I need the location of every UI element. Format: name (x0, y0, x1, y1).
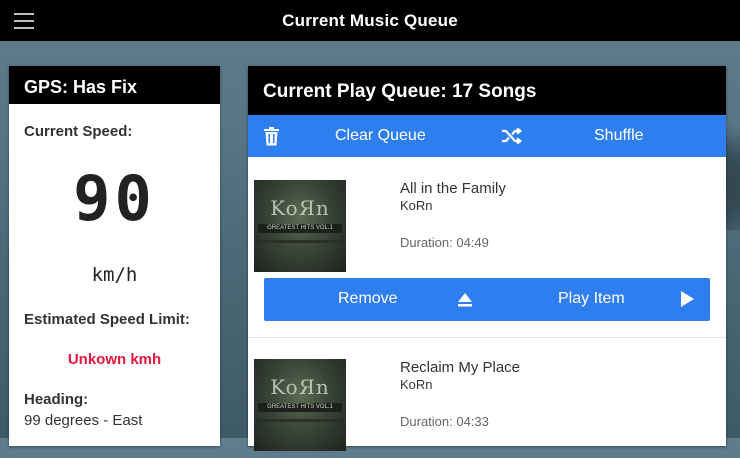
shuffle-icon[interactable] (501, 127, 523, 149)
song-title: Reclaim My Place (400, 359, 521, 376)
gps-status-header: GPS: Has Fix (9, 66, 220, 104)
song-artist: KoRn (400, 377, 433, 392)
gps-panel: GPS: Has Fix Current Speed: 90 km/h Esti… (9, 66, 220, 446)
play-item-button[interactable]: Play Item (558, 290, 625, 308)
item-action-bar: Remove Play Item (264, 278, 710, 321)
queue-toolbar: Clear Queue Shuffle (248, 115, 726, 157)
song-duration: Duration: 04:49 (400, 235, 489, 250)
song-duration: Duration: 04:33 (400, 414, 489, 429)
album-art: KoЯn GREATEST HITS VOL.1 (254, 180, 346, 272)
album-art: KoЯn GREATEST HITS VOL.1 (254, 359, 346, 451)
song-artist: KoRn (400, 198, 433, 213)
play-icon[interactable] (680, 290, 695, 313)
speed-unit: km/h (91, 264, 138, 286)
heading-label: Heading: (24, 391, 89, 408)
eject-icon[interactable] (457, 292, 473, 313)
song-title: All in the Family (400, 180, 506, 197)
current-speed-label: Current Speed: (24, 123, 133, 140)
trash-icon[interactable] (263, 127, 280, 151)
remove-button[interactable]: Remove (338, 290, 398, 308)
queue-item: KoЯn GREATEST HITS VOL.1 All in the Fami… (248, 157, 726, 337)
play-queue-panel: Current Play Queue: 17 Songs Clear Queue… (248, 66, 726, 451)
queue-item: KoЯn GREATEST HITS VOL.1 Reclaim My Plac… (248, 338, 726, 458)
page-title: Current Music Queue (282, 11, 458, 30)
clear-queue-button[interactable]: Clear Queue (335, 127, 426, 145)
shuffle-button[interactable]: Shuffle (594, 127, 644, 145)
speed-value: 90 (73, 162, 156, 235)
speed-limit-value: Unkown kmh (67, 351, 162, 368)
top-app-bar: Current Music Queue (0, 0, 740, 41)
queue-title: Current Play Queue: 17 Songs (248, 66, 726, 115)
heading-value: 99 degrees - East (24, 412, 143, 429)
speed-limit-label: Estimated Speed Limit: (24, 311, 190, 328)
